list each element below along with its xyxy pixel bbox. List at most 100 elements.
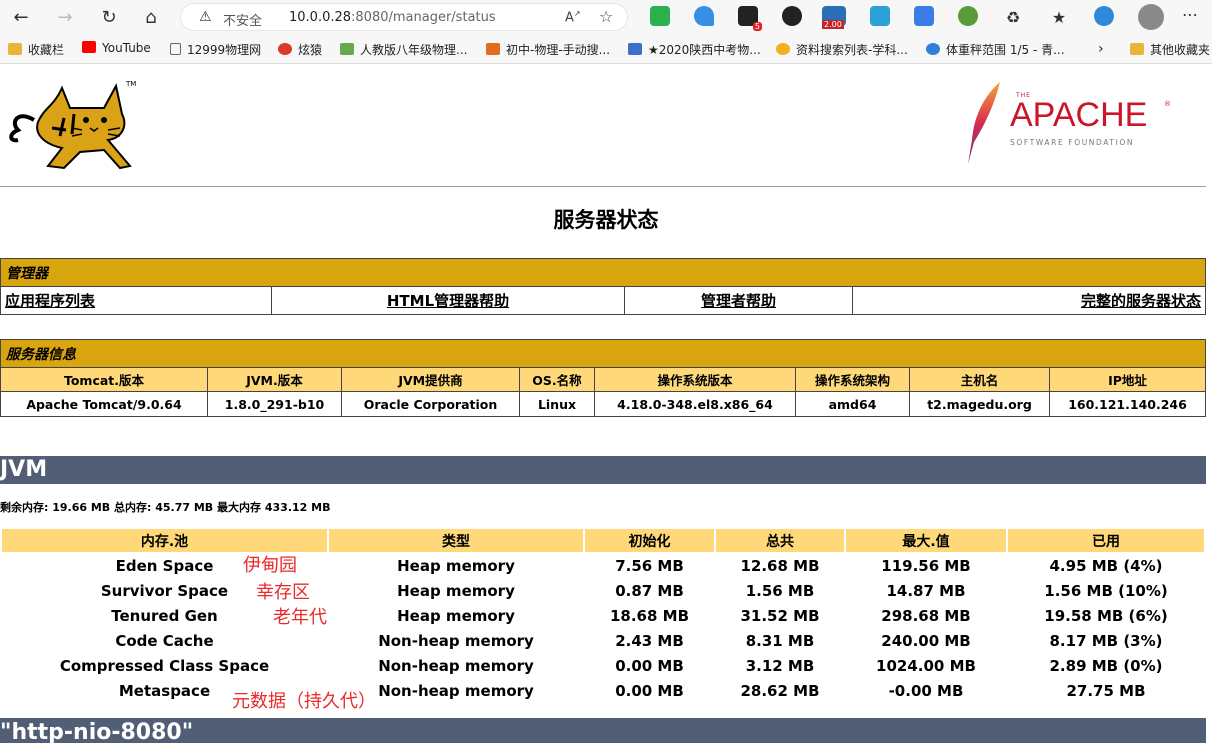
pool-type: Heap memory (397, 581, 515, 600)
refresh-icon[interactable]: ↻ (96, 4, 122, 30)
site-icon (776, 43, 790, 55)
column-header: JVM提供商 (341, 367, 520, 392)
favorites-icon[interactable]: ★ (1046, 4, 1072, 30)
url-text[interactable]: 10.0.0.28:8080/manager/status (289, 10, 496, 25)
column-header: 已用 (1008, 529, 1204, 552)
more-icon[interactable]: ⋯ (1182, 5, 1198, 24)
address-bar[interactable]: ⚠ 不安全 10.0.0.28:8080/manager/status A↗ ☆ (180, 3, 628, 31)
extension-icon[interactable] (694, 6, 714, 26)
badge-price: 2.00 (822, 20, 844, 29)
bookmark-item[interactable]: 人教版八年级物理... (340, 41, 467, 58)
pool-max: -0.00 MB (888, 681, 964, 700)
bookmark-item[interactable]: ★2020陕西中考物... (628, 41, 761, 58)
table-row: Metaspace Non-heap memory 0.00 MB 28.62 MB -… (2, 679, 1204, 702)
pool-used: 1.56 MB (10%) (1044, 581, 1168, 600)
pool-max: 14.87 MB (886, 581, 966, 600)
pool-used: 2.89 MB (0%) (1049, 656, 1163, 675)
pool-max: 298.68 MB (881, 606, 971, 625)
pool-used: 19.58 MB (6%) (1044, 606, 1168, 625)
telegram-icon[interactable] (870, 6, 890, 26)
manager-heading: 管理器 (0, 258, 1206, 287)
extension-icon[interactable] (958, 6, 978, 26)
edge-icon[interactable] (1094, 6, 1114, 26)
insecure-label: 不安全 (223, 14, 263, 29)
pool-max: 240.00 MB (881, 631, 971, 650)
forward-icon[interactable]: → (52, 4, 78, 30)
site-icon (340, 43, 354, 55)
back-icon[interactable]: ← (8, 4, 34, 30)
extension-icon[interactable] (782, 6, 802, 26)
bookmark-item[interactable]: 体重秤范围 1/5 - 青... (926, 41, 1065, 58)
home-icon[interactable]: ⌂ (138, 4, 164, 30)
link-app-list[interactable]: 应用程序列表 (0, 286, 272, 315)
bookmark-item[interactable]: 其他收藏夹 (1130, 41, 1210, 58)
server-info-heading: 服务器信息 (0, 339, 1206, 368)
manager-table: 管理器 应用程序列表 HTML管理器帮助 管理者帮助 完整的服务器状态 (0, 258, 1206, 315)
os-name: Linux (519, 391, 595, 417)
bookmark-item[interactable]: 炫猿 (278, 41, 322, 58)
pool-init: 0.87 MB (615, 581, 684, 600)
read-aloud-icon[interactable]: A↗ (565, 9, 581, 25)
pool-init: 7.56 MB (615, 556, 684, 575)
link-complete-server-status[interactable]: 完整的服务器状态 (852, 286, 1206, 315)
pool-max: 119.56 MB (881, 556, 971, 575)
column-header: 内存.池 (2, 529, 327, 552)
pool-type: Heap memory (397, 606, 515, 625)
warning-icon: ⚠ (199, 9, 212, 25)
pool-used: 27.75 MB (1066, 681, 1146, 700)
table-row: Code Cache Non-heap memory 2.43 MB 8.31 MB 2… (2, 629, 1204, 652)
bookmark-item[interactable]: 资料搜索列表-学科... (776, 41, 908, 58)
youtube-icon (82, 41, 96, 53)
tomcat-version: Apache Tomcat/9.0.64 (0, 391, 208, 417)
jvm-version: 1.8.0_291-b10 (207, 391, 342, 417)
shield-extension-icon[interactable] (650, 6, 670, 26)
link-manager-help[interactable]: 管理者帮助 (624, 286, 853, 315)
bookmark-item[interactable]: YouTube (82, 41, 151, 55)
server-info-value-row: Apache Tomcat/9.0.64 1.8.0_291-b10 Oracl… (0, 391, 1206, 417)
extension-icon[interactable]: 5 (738, 6, 762, 31)
link-html-manager-help[interactable]: HTML管理器帮助 (271, 286, 625, 315)
table-row: Eden Space Heap memory 7.56 MB 12.68 MB 119.… (2, 554, 1204, 577)
column-header: 总共 (716, 529, 844, 552)
pool-used: 8.17 MB (3%) (1049, 631, 1163, 650)
annotation-tenured: 老年代 (273, 607, 327, 628)
column-header: 初始化 (585, 529, 714, 552)
bookmarks-bar: 收藏栏 YouTube 12999物理网 炫猿 人教版八年级物理... 初中-物… (0, 34, 1212, 64)
header-divider (0, 186, 1206, 187)
bookmark-item[interactable]: 收藏栏 (8, 41, 64, 58)
site-icon (926, 43, 940, 55)
hostname: t2.magedu.org (909, 391, 1050, 417)
pool-init: 18.68 MB (609, 606, 690, 625)
pool-init: 2.43 MB (615, 631, 684, 650)
pool-total: 1.56 MB (745, 581, 815, 600)
jvm-vendor: Oracle Corporation (341, 391, 520, 417)
extension-icon[interactable]: 2.00 (822, 6, 846, 29)
server-info-table: 服务器信息 Tomcat.版本 JVM.版本 JVM提供商 OS.名称 操作系统… (0, 339, 1206, 417)
apache-name: APACHE (1010, 96, 1148, 134)
add-favorite-icon[interactable]: ☆ (599, 7, 613, 26)
pool-total: 8.31 MB (745, 631, 815, 650)
extensions-puzzle-icon[interactable]: ♻ (1000, 4, 1026, 30)
extension-icon[interactable] (914, 6, 934, 26)
folder-icon (1130, 43, 1144, 55)
pool-total: 3.12 MB (745, 656, 815, 675)
os-version: 4.18.0-348.el8.x86_64 (594, 391, 796, 417)
memory-summary: 剩余内存: 19.66 MB 总内存: 45.77 MB 最大内存 433.12… (0, 501, 331, 514)
pool-type: Heap memory (397, 556, 515, 575)
avatar[interactable] (1138, 4, 1164, 30)
column-header: Tomcat.版本 (0, 367, 208, 392)
tomcat-logo: TM (4, 78, 136, 174)
column-header: 操作系统架构 (795, 367, 910, 392)
page-title: 服务器状态 (553, 208, 659, 232)
column-header: 操作系统版本 (594, 367, 796, 392)
bookmark-item[interactable]: 12999物理网 (170, 41, 261, 58)
column-header: 最大.值 (846, 529, 1006, 552)
pool-total: 12.68 MB (740, 556, 820, 575)
table-row: Compressed Class Space Non-heap memory 0.0… (2, 654, 1204, 677)
bookmark-item[interactable]: 初中-物理-手动搜... (486, 41, 610, 58)
column-header: 类型 (329, 529, 583, 552)
pool-name: Code Cache (115, 631, 214, 650)
apache-logo: THE APACHE ® SOFTWARE FOUNDATION (964, 80, 1174, 170)
bookmarks-overflow-icon[interactable]: › (1098, 41, 1104, 57)
pool-type: Non-heap memory (378, 631, 534, 650)
